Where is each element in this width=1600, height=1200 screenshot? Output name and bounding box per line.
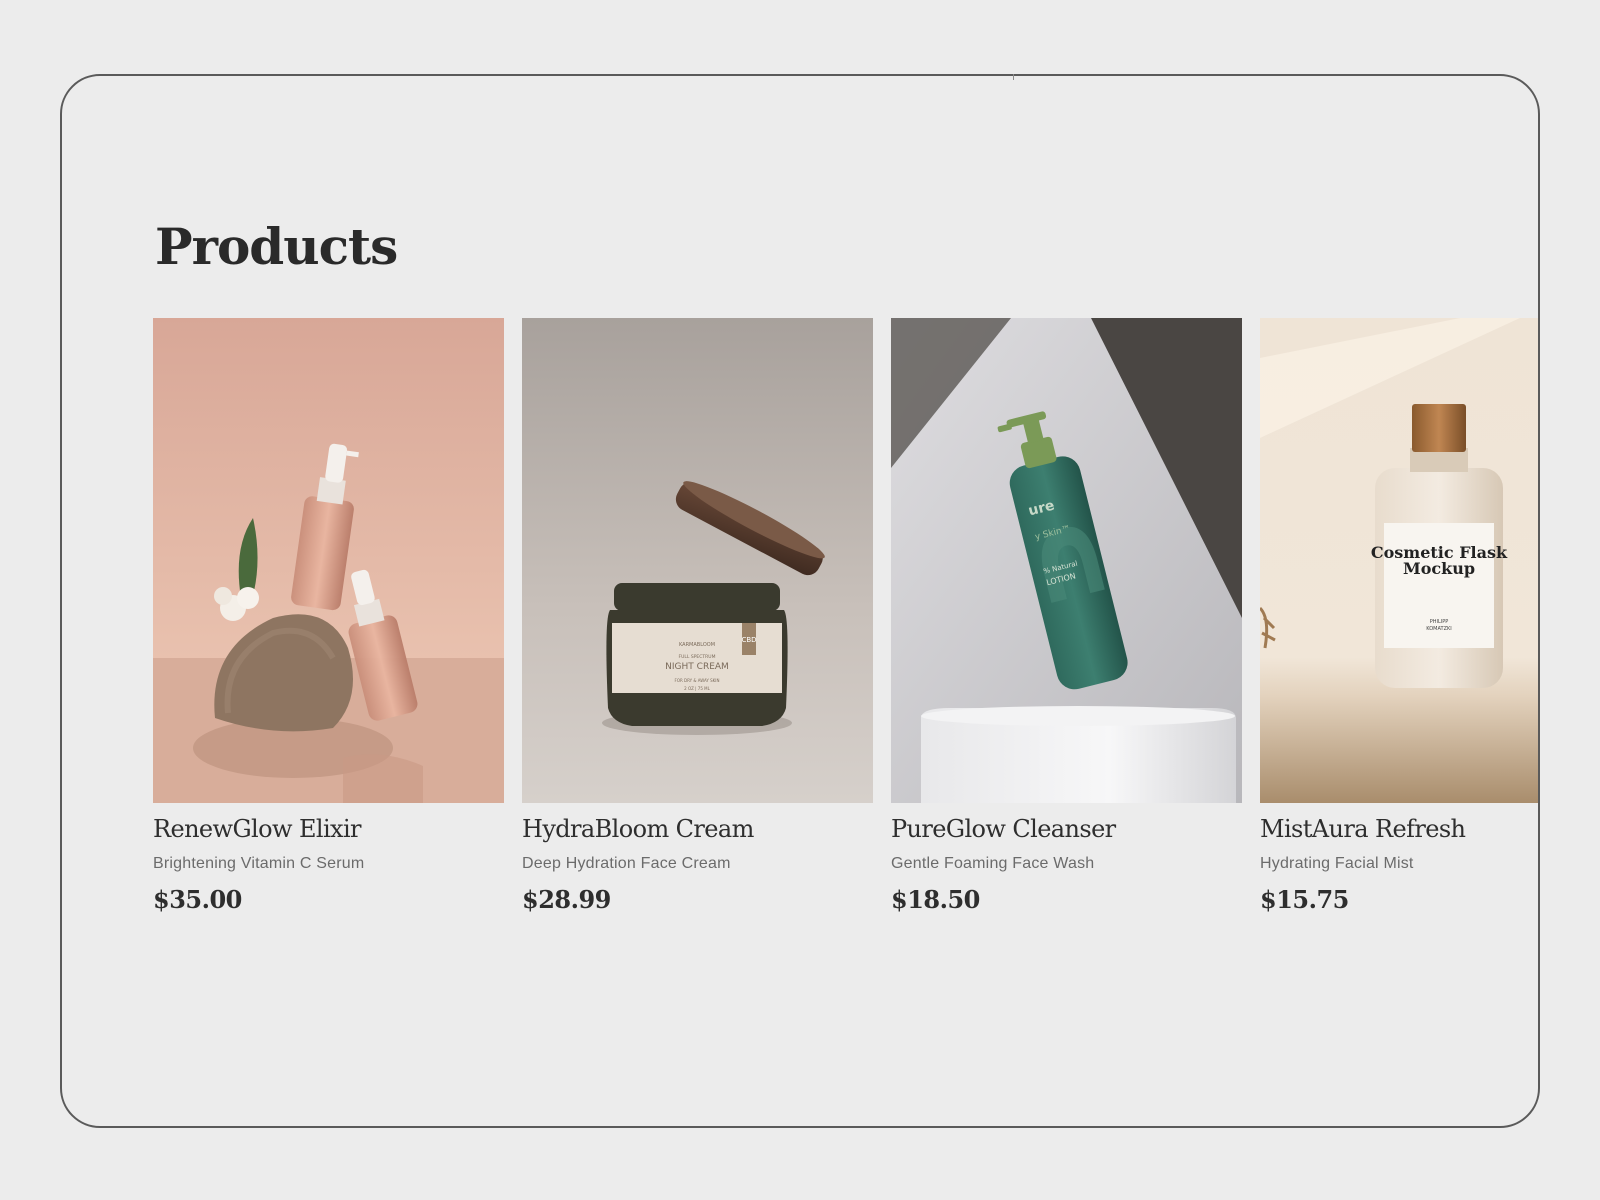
jar-brand: KARMABLOOM [679,642,715,648]
jar-size: 2 OZ | 75 ML [684,686,710,691]
flask-title-2: Mockup [1403,559,1475,578]
jar-note: FOR DRY & AWAY SKIN [675,678,720,683]
product-card[interactable]: CBD KARMABLOOM FULL SPECTRUM NIGHT CREAM… [522,318,873,914]
product-description: Gentle Foaming Face Wash [891,855,1095,872]
page-title: Products [155,217,398,276]
flask-maker-2: KOMATZKI [1426,626,1452,632]
products-panel: Products RenewGlow Elixir Brightening Vi… [60,74,1540,1128]
flask-maker-1: PHILIPP [1430,619,1449,625]
product-name[interactable]: HydraBloom Cream [522,815,873,843]
product-price: $18.50 [891,885,980,914]
product-name[interactable]: PureGlow Cleanser [891,815,1242,843]
product-name[interactable]: MistAura Refresh [1260,815,1538,843]
product-description: Deep Hydration Face Cream [522,855,731,872]
product-image-cleanser[interactable]: ure y Skin™ % Natural LOTION [891,318,1242,803]
product-card[interactable]: RenewGlow Elixir Brightening Vitamin C S… [153,318,504,914]
product-price: $15.75 [1260,885,1349,914]
product-image-mist[interactable]: Cosmetic Flask Mockup PHILIPP KOMATZKI [1260,318,1538,803]
jar-line: FULL SPECTRUM [679,654,716,660]
jar-tag: CBD [741,636,756,644]
product-card[interactable]: ure y Skin™ % Natural LOTION PureGlow Cl… [891,318,1242,914]
product-price: $35.00 [153,885,242,914]
frame-tick [1013,74,1014,80]
product-image-serum[interactable] [153,318,504,803]
product-card[interactable]: Cosmetic Flask Mockup PHILIPP KOMATZKI M… [1260,318,1538,914]
jar-product: NIGHT CREAM [665,662,729,672]
product-image-cream[interactable]: CBD KARMABLOOM FULL SPECTRUM NIGHT CREAM… [522,318,873,803]
product-description: Hydrating Facial Mist [1260,855,1414,872]
product-description: Brightening Vitamin C Serum [153,855,365,872]
product-name[interactable]: RenewGlow Elixir [153,815,504,843]
product-price: $28.99 [522,885,611,914]
